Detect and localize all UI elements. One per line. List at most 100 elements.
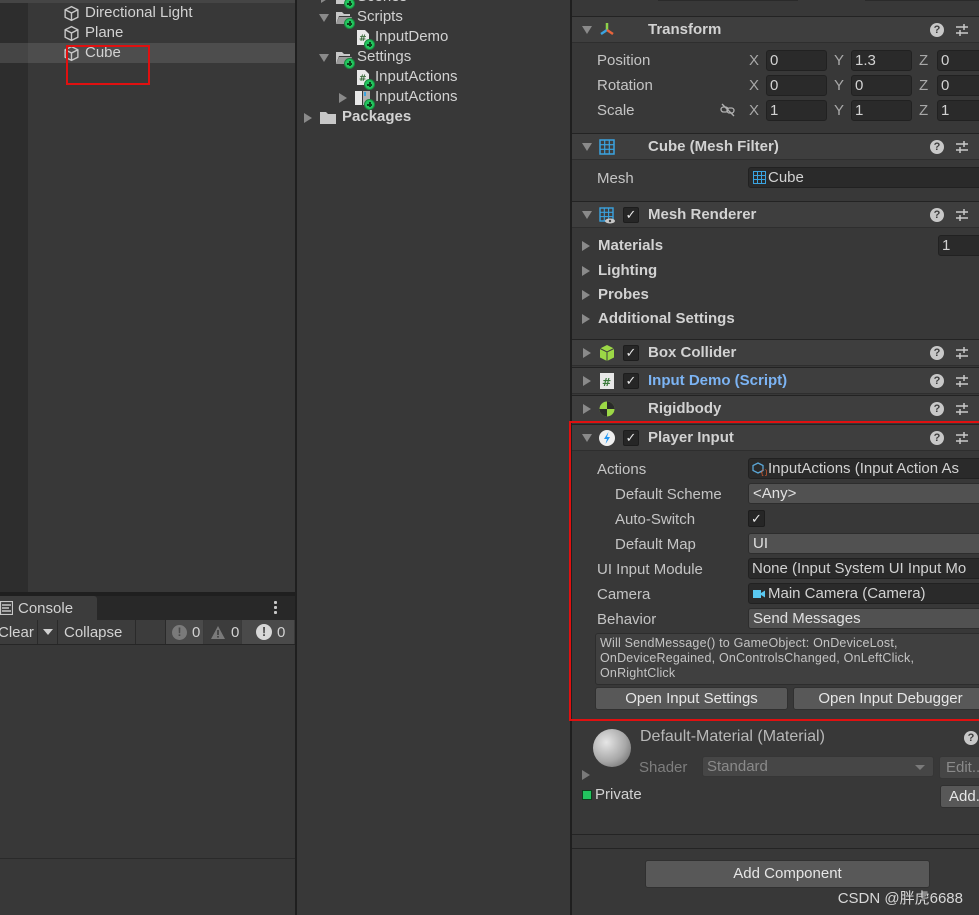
input-demo-enabled-checkbox[interactable]: ✓ bbox=[623, 373, 639, 389]
expand-arrow-icon[interactable] bbox=[339, 93, 347, 103]
presets-icon[interactable] bbox=[955, 208, 969, 222]
mesh-object-field[interactable]: Cube bbox=[748, 167, 979, 188]
presets-icon[interactable] bbox=[955, 402, 969, 416]
expand-arrow-icon[interactable] bbox=[321, 0, 329, 3]
collapse-arrow-icon[interactable] bbox=[582, 143, 592, 151]
axis-z-label[interactable]: Z bbox=[919, 77, 928, 94]
console-toolbar: Clear Collapse ! 0 0 ! 0 bbox=[0, 620, 295, 645]
presets-icon[interactable] bbox=[955, 23, 969, 37]
constrain-proportions-icon[interactable] bbox=[720, 103, 736, 117]
collapse-arrow-icon[interactable] bbox=[319, 54, 329, 62]
collapse-arrow-icon[interactable] bbox=[582, 26, 592, 34]
expand-arrow-icon[interactable] bbox=[582, 266, 590, 276]
axis-y-label[interactable]: Y bbox=[834, 102, 844, 119]
project-item-label: Scenes bbox=[357, 0, 407, 5]
input-demo-script-header[interactable]: # ✓ Input Demo (Script) ? bbox=[572, 367, 979, 394]
rotation-z-field[interactable]: 0 bbox=[937, 75, 979, 96]
project-item-packages[interactable]: Packages bbox=[297, 108, 567, 128]
collapse-arrow-icon[interactable] bbox=[582, 211, 592, 219]
project-item-scripts[interactable]: Scripts bbox=[297, 8, 567, 29]
collapse-arrow-icon[interactable] bbox=[319, 14, 329, 22]
expand-arrow-icon[interactable] bbox=[582, 770, 590, 780]
rotation-y-field[interactable]: 0 bbox=[851, 75, 912, 96]
expand-arrow-icon[interactable] bbox=[582, 241, 590, 251]
divider bbox=[572, 834, 979, 835]
scale-y-field[interactable]: 1 bbox=[851, 100, 912, 121]
position-y-field[interactable]: 1.3 bbox=[851, 50, 912, 71]
expand-arrow-icon[interactable] bbox=[583, 348, 591, 358]
help-icon[interactable]: ? bbox=[964, 731, 978, 745]
rotation-x-field[interactable]: 0 bbox=[766, 75, 827, 96]
hierarchy-item-plane[interactable]: Plane bbox=[0, 23, 295, 43]
axis-z-label[interactable]: Z bbox=[919, 52, 928, 69]
axis-x-label[interactable]: X bbox=[749, 102, 759, 119]
mesh-icon bbox=[753, 171, 766, 184]
project-item-label: InputDemo bbox=[375, 28, 449, 45]
box-collider-enabled-checkbox[interactable]: ✓ bbox=[623, 345, 639, 361]
help-icon[interactable]: ? bbox=[930, 374, 944, 388]
scale-x-field[interactable]: 1 bbox=[766, 100, 827, 121]
more-options-icon[interactable] bbox=[274, 601, 278, 615]
hierarchy-item-directional-light[interactable]: Directional Light bbox=[0, 3, 295, 23]
presets-icon[interactable] bbox=[955, 374, 969, 388]
transform-header[interactable]: Transform ? bbox=[572, 16, 979, 43]
mesh-renderer-enabled-checkbox[interactable]: ✓ bbox=[623, 207, 639, 223]
axis-z-label[interactable]: Z bbox=[919, 102, 928, 119]
clear-button[interactable]: Clear bbox=[0, 620, 38, 644]
help-icon[interactable]: ? bbox=[930, 208, 944, 222]
rigidbody-header[interactable]: Rigidbody ? bbox=[572, 395, 979, 422]
position-z-field[interactable]: 0 bbox=[937, 50, 979, 71]
position-x-field[interactable]: 0 bbox=[766, 50, 827, 71]
scale-z-field[interactable]: 1 bbox=[937, 100, 979, 121]
collapse-button[interactable]: Collapse bbox=[58, 620, 136, 644]
header-field-partial bbox=[865, 0, 979, 1]
edit-shader-button[interactable]: Edit... bbox=[939, 756, 979, 779]
transform-icon bbox=[600, 23, 614, 36]
help-icon[interactable]: ? bbox=[930, 346, 944, 360]
axis-y-label[interactable]: Y bbox=[834, 52, 844, 69]
error-count-toggle[interactable]: ! 0 bbox=[242, 620, 295, 644]
add-component-button[interactable]: Add Component bbox=[645, 860, 930, 888]
additional-settings-foldout[interactable]: Additional Settings bbox=[598, 310, 735, 327]
lighting-foldout[interactable]: Lighting bbox=[598, 262, 657, 279]
project-item-inputactions-asset[interactable]: InputActions bbox=[297, 88, 567, 110]
add-material-button[interactable]: Add... bbox=[940, 785, 979, 808]
probes-foldout[interactable]: Probes bbox=[598, 286, 649, 303]
project-item-scenes[interactable]: Scenes bbox=[297, 0, 567, 9]
axis-y-label[interactable]: Y bbox=[834, 77, 844, 94]
component-title: Rigidbody bbox=[648, 400, 722, 417]
materials-foldout[interactable]: Materials bbox=[598, 237, 663, 254]
tab-console[interactable]: Console bbox=[0, 596, 97, 620]
private-checkbox-icon[interactable] bbox=[582, 790, 592, 800]
axis-x-label[interactable]: X bbox=[749, 77, 759, 94]
expand-arrow-icon[interactable] bbox=[582, 314, 590, 324]
axis-x-label[interactable]: X bbox=[749, 52, 759, 69]
box-collider-icon bbox=[599, 345, 615, 361]
mesh-renderer-header[interactable]: ✓ Mesh Renderer ? bbox=[572, 201, 979, 228]
csharp-script-icon: # bbox=[600, 373, 614, 389]
project-item-settings[interactable]: Settings bbox=[297, 48, 567, 69]
help-icon[interactable]: ? bbox=[930, 140, 944, 154]
warning-count-toggle[interactable]: 0 bbox=[204, 620, 242, 644]
help-icon[interactable]: ? bbox=[930, 402, 944, 416]
clear-options-dropdown[interactable] bbox=[38, 620, 58, 644]
box-collider-header[interactable]: ✓ Box Collider ? bbox=[572, 339, 979, 366]
presets-icon[interactable] bbox=[955, 346, 969, 360]
error-icon: ! bbox=[256, 624, 272, 640]
expand-arrow-icon[interactable] bbox=[583, 376, 591, 386]
watermark-text: CSDN @胖虎6688 bbox=[837, 890, 963, 907]
clear-on-play-toggle[interactable] bbox=[136, 620, 166, 644]
mesh-filter-header[interactable]: Cube (Mesh Filter) ? bbox=[572, 133, 979, 160]
project-item-inputactions-script[interactable]: # InputActions bbox=[297, 68, 567, 90]
presets-icon[interactable] bbox=[955, 140, 969, 154]
expand-arrow-icon[interactable] bbox=[583, 404, 591, 414]
help-icon[interactable]: ? bbox=[930, 23, 944, 37]
materials-count-field[interactable]: 1 bbox=[938, 235, 979, 256]
expand-arrow-icon[interactable] bbox=[582, 290, 590, 300]
mesh-filter-icon bbox=[599, 139, 615, 155]
expand-arrow-icon[interactable] bbox=[304, 113, 312, 123]
shader-dropdown[interactable]: Standard bbox=[702, 756, 934, 777]
project-item-inputdemo[interactable]: # InputDemo bbox=[297, 28, 567, 50]
console-icon bbox=[0, 601, 13, 615]
info-count-toggle[interactable]: ! 0 bbox=[166, 620, 204, 644]
